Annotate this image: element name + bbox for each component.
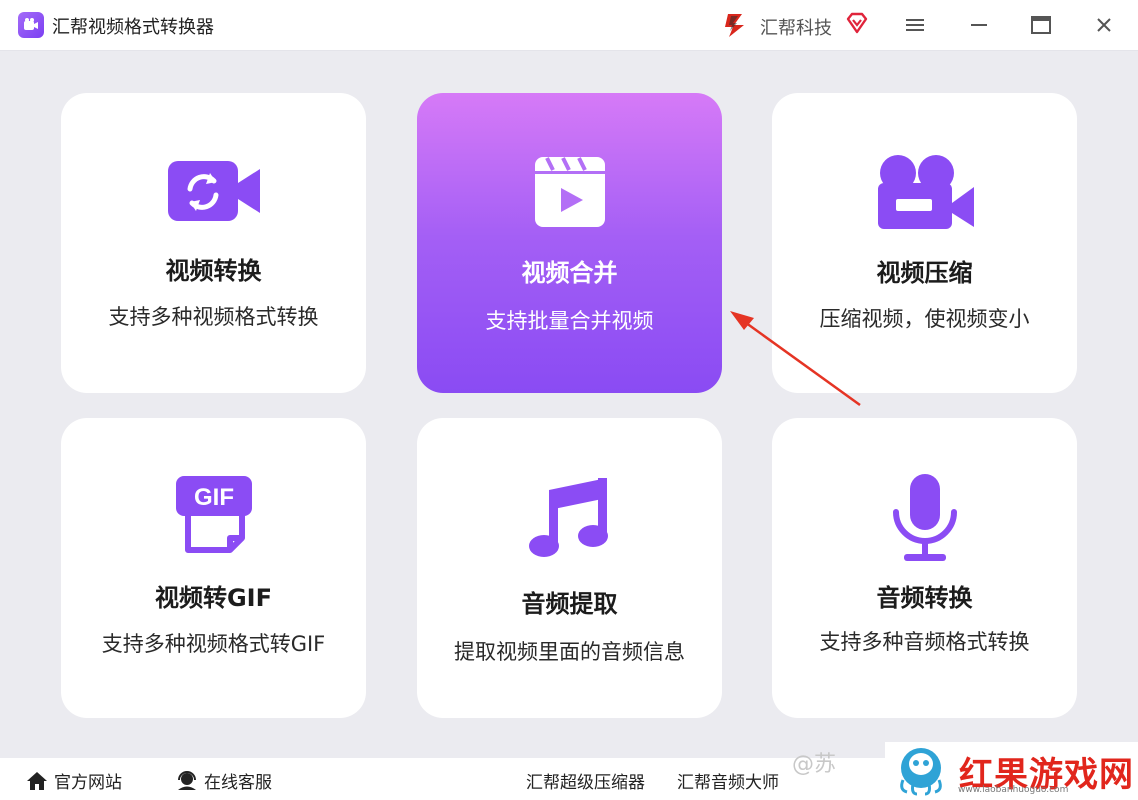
card-video-to-gif[interactable]: GIF 视频转GIF 支持多种视频格式转GIF (61, 418, 366, 718)
online-support-label: 在线客服 (204, 773, 272, 793)
card-title: 视频转GIF (154, 584, 273, 612)
gif-file-icon: GIF (175, 476, 252, 553)
video-camera-icon (877, 155, 974, 229)
title-bar: 汇帮视频格式转换器 汇帮科技 (0, 0, 1138, 51)
brand-logo-icon (725, 14, 744, 37)
card-description: 提取视频里面的音频信息 (454, 640, 685, 664)
card-video-convert[interactable]: 视频转换 支持多种视频格式转换 (61, 93, 366, 393)
card-title: 视频合并 (521, 259, 618, 287)
headset-icon (178, 770, 196, 790)
super-compressor-label: 汇帮超级压缩器 (526, 773, 645, 793)
card-audio-convert[interactable]: 音频转换 支持多种音频格式转换 (772, 418, 1077, 718)
card-description: 支持多种视频格式转GIF (101, 632, 326, 656)
annotation-arrow (730, 311, 861, 407)
watermark-left-text: @苏 (792, 752, 837, 777)
card-title: 视频转换 (165, 257, 262, 285)
microphone-icon (892, 474, 957, 561)
clapperboard-play-icon (534, 157, 605, 227)
octopus-logo-icon (900, 748, 942, 796)
svg-text:GIF: GIF (194, 484, 234, 511)
card-audio-extract[interactable]: 音频提取 提取视频里面的音频信息 (417, 418, 722, 718)
minimize-icon[interactable] (964, 10, 994, 40)
super-compressor-link[interactable]: 汇帮超级压缩器 (526, 768, 645, 793)
music-note-icon (528, 478, 608, 557)
card-title: 音频转换 (876, 584, 973, 612)
maximize-icon[interactable] (1026, 10, 1056, 40)
app-logo-icon (18, 12, 44, 38)
brand-name: 汇帮科技 (760, 18, 832, 39)
official-website-label: 官方网站 (54, 773, 122, 793)
card-description: 支持多种视频格式转换 (108, 305, 319, 329)
video-convert-icon (167, 161, 260, 221)
audio-master-link[interactable]: 汇帮音频大师 (677, 768, 779, 793)
app-title: 汇帮视频格式转换器 (52, 17, 214, 38)
hamburger-menu-icon[interactable] (900, 10, 930, 40)
card-video-merge[interactable]: 视频合并 支持批量合并视频 (417, 93, 722, 393)
audio-master-label: 汇帮音频大师 (677, 773, 779, 793)
card-description: 支持多种音频格式转换 (819, 630, 1030, 654)
card-description: 支持批量合并视频 (485, 309, 654, 333)
home-icon (27, 771, 47, 790)
card-title: 音频提取 (521, 590, 618, 618)
card-title: 视频压缩 (876, 259, 973, 287)
online-support-link[interactable]: 在线客服 (176, 768, 272, 793)
close-icon[interactable] (1089, 10, 1119, 40)
diamond-badge-icon[interactable] (846, 12, 868, 34)
watermark-url: www.laobanhuoguo.com (958, 785, 1069, 795)
official-website-link[interactable]: 官方网站 (26, 768, 122, 793)
